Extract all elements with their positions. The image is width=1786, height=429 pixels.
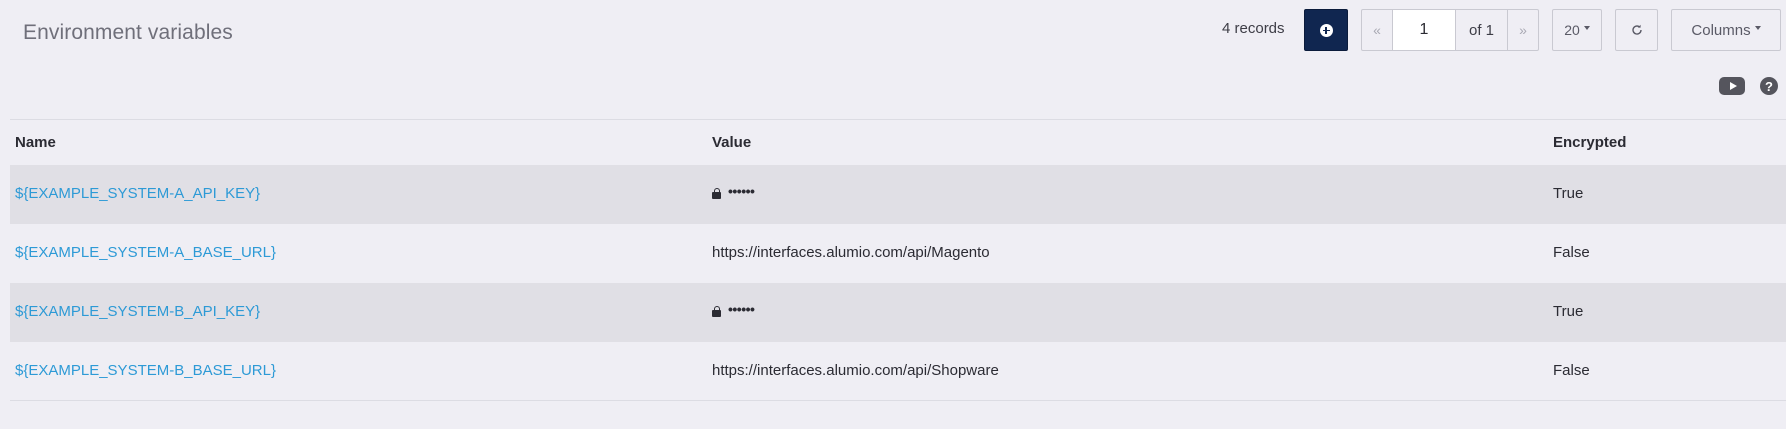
columns-label: Columns bbox=[1691, 21, 1751, 39]
refresh-button[interactable] bbox=[1615, 9, 1658, 51]
masked-value: •••••• bbox=[728, 301, 755, 317]
next-page-button[interactable]: » bbox=[1508, 10, 1538, 50]
help-icons: ? bbox=[0, 77, 1786, 97]
columns-dropdown[interactable]: Columns bbox=[1671, 9, 1781, 51]
column-header-name[interactable]: Name bbox=[15, 134, 56, 151]
encrypted-value: True bbox=[1553, 303, 1584, 320]
lock-icon bbox=[712, 305, 721, 317]
page-size-dropdown[interactable]: 20 bbox=[1552, 9, 1602, 51]
refresh-icon bbox=[1631, 24, 1642, 35]
table-header: Name Value Encrypted bbox=[10, 120, 1786, 165]
pagination: « of 1 » bbox=[1361, 9, 1539, 51]
table-row[interactable]: ${EXAMPLE_SYSTEM-A_API_KEY} •••••• True bbox=[10, 165, 1786, 224]
variable-name-link[interactable]: ${EXAMPLE_SYSTEM-A_API_KEY} bbox=[15, 185, 260, 202]
caret-down-icon bbox=[1754, 26, 1761, 30]
add-variable-button[interactable] bbox=[1304, 9, 1348, 51]
table-row[interactable]: ${EXAMPLE_SYSTEM-A_BASE_URL} https://int… bbox=[10, 224, 1786, 283]
plus-circle-icon bbox=[1319, 23, 1333, 37]
variable-value: •••••• bbox=[712, 301, 755, 319]
table-row[interactable]: ${EXAMPLE_SYSTEM-B_API_KEY} •••••• True bbox=[10, 283, 1786, 342]
variable-value: https://interfaces.alumio.com/api/Shopwa… bbox=[712, 362, 999, 379]
variable-value: https://interfaces.alumio.com/api/Magent… bbox=[712, 244, 990, 261]
column-header-value[interactable]: Value bbox=[712, 134, 751, 151]
variable-value: •••••• bbox=[712, 183, 755, 201]
toolbar: 4 records « of 1 » 20 Columns bbox=[0, 9, 1786, 51]
prev-page-button[interactable]: « bbox=[1362, 10, 1392, 50]
column-header-encrypted[interactable]: Encrypted bbox=[1553, 134, 1626, 151]
encrypted-value: True bbox=[1553, 185, 1584, 202]
question-icon[interactable]: ? bbox=[1760, 77, 1778, 95]
caret-down-icon bbox=[1583, 26, 1590, 30]
youtube-icon[interactable] bbox=[1719, 77, 1745, 95]
environment-variables-table: Name Value Encrypted ${EXAMPLE_SYSTEM-A_… bbox=[10, 119, 1786, 401]
table-row[interactable]: ${EXAMPLE_SYSTEM-B_BASE_URL} https://int… bbox=[10, 342, 1786, 401]
variable-name-link[interactable]: ${EXAMPLE_SYSTEM-B_BASE_URL} bbox=[15, 362, 276, 379]
encrypted-value: False bbox=[1553, 362, 1590, 379]
environment-variables-page: Environment variables 4 records « of 1 »… bbox=[0, 0, 1786, 429]
variable-name-link[interactable]: ${EXAMPLE_SYSTEM-A_BASE_URL} bbox=[15, 244, 276, 261]
masked-value: •••••• bbox=[728, 183, 755, 199]
page-size-value: 20 bbox=[1564, 22, 1580, 38]
page-total-label: of 1 bbox=[1456, 10, 1508, 50]
page-number-input[interactable] bbox=[1392, 10, 1456, 50]
records-count: 4 records bbox=[1222, 20, 1285, 37]
lock-icon bbox=[712, 187, 721, 199]
encrypted-value: False bbox=[1553, 244, 1590, 261]
variable-name-link[interactable]: ${EXAMPLE_SYSTEM-B_API_KEY} bbox=[15, 303, 260, 320]
